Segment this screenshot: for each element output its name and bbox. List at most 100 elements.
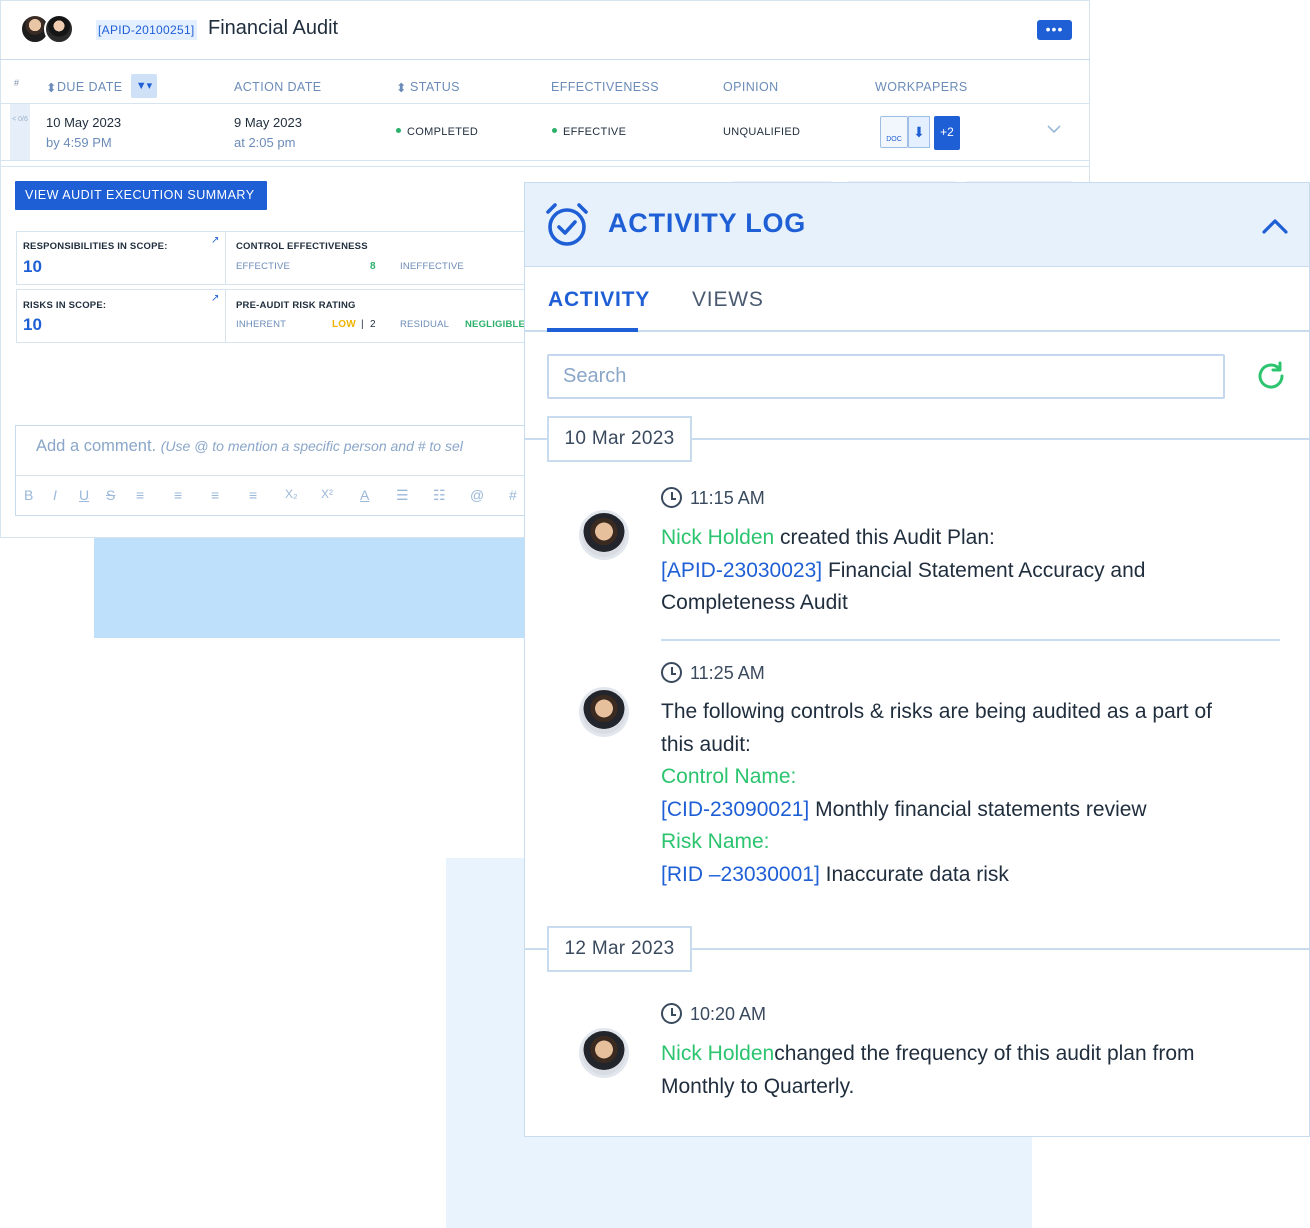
italic-icon[interactable]: I xyxy=(53,487,57,503)
entry-time-label: 11:15 AM xyxy=(690,488,765,508)
action-date-value: 9 May 2023 xyxy=(234,115,302,130)
entry-time-label: 10:20 AM xyxy=(690,1004,767,1024)
column-header-action-date[interactable]: ACTION DATE xyxy=(234,80,322,94)
entry-time-label: 11:25 AM xyxy=(690,663,765,683)
inherent-level: LOW xyxy=(332,319,356,330)
page-title: Financial Audit xyxy=(208,17,339,39)
inherent-label: INHERENT xyxy=(236,319,287,330)
entry-time: 11:25 AM xyxy=(661,662,765,684)
user-link[interactable]: Nick Holden xyxy=(661,526,774,549)
responsibilities-card[interactable] xyxy=(16,231,226,285)
entry-description: The following controls & risks are being… xyxy=(661,700,1212,756)
chevron-down-icon[interactable] xyxy=(1046,124,1062,134)
opinion-value: UNQUALIFIED xyxy=(723,126,801,138)
activity-log-panel xyxy=(524,182,1310,1137)
due-date-value: 10 May 2023 xyxy=(46,115,122,130)
avatar[interactable] xyxy=(579,510,629,560)
row-expand-handle[interactable]: < 0/6 xyxy=(10,104,30,160)
effectiveness-label: EFFECTIVE xyxy=(563,126,627,138)
risks-value: 10 xyxy=(23,315,42,334)
action-time-value: at 2:05 pm xyxy=(234,135,296,150)
status-label: COMPLETED xyxy=(407,126,479,138)
numbered-list-icon[interactable]: ☷ xyxy=(433,487,446,504)
subscript-icon[interactable]: X₂ xyxy=(285,487,298,501)
align-right-icon[interactable]: ≡ xyxy=(211,487,219,503)
mention-icon[interactable]: @ xyxy=(470,487,484,503)
strikethrough-icon[interactable]: S xyxy=(106,487,115,503)
ineffective-label: INEFFECTIVE xyxy=(400,261,464,272)
column-header-effectiveness[interactable]: EFFECTIVENESS xyxy=(551,80,659,94)
column-header-opinion[interactable]: OPINION xyxy=(723,80,779,94)
divider xyxy=(661,639,1280,641)
status-dot-icon xyxy=(552,128,557,133)
sort-icon[interactable]: ⬍ xyxy=(46,80,57,95)
clock-icon xyxy=(661,662,682,683)
entry-time: 10:20 AM xyxy=(661,1003,766,1025)
tab-activity[interactable]: ACTIVITY xyxy=(548,288,650,312)
effectiveness-badge: EFFECTIVE xyxy=(552,126,626,138)
date-group-label: 10 Mar 2023 xyxy=(547,416,692,462)
avatar[interactable] xyxy=(579,1028,629,1078)
view-summary-button[interactable]: VIEW AUDIT EXECUTION SUMMARY xyxy=(15,181,267,210)
audit-plan-link[interactable]: [APID-23030023] xyxy=(661,559,822,582)
open-external-icon[interactable]: ↗ xyxy=(211,235,219,246)
bold-icon[interactable]: B xyxy=(24,487,33,503)
divider xyxy=(0,166,1090,167)
assignee-avatar[interactable] xyxy=(44,14,74,44)
more-options-button[interactable]: ••• xyxy=(1037,20,1072,40)
divider xyxy=(16,475,534,476)
refresh-icon[interactable] xyxy=(1254,359,1288,393)
align-center-icon[interactable]: ≡ xyxy=(174,487,182,503)
filter-icon[interactable]: ▼▾ xyxy=(131,74,157,98)
audit-id-tag[interactable]: [APID-20100251] xyxy=(96,20,197,40)
column-header-workpapers[interactable]: WORKPAPERS xyxy=(875,80,968,94)
comment-placeholder: Add a comment. xyxy=(36,437,157,455)
risk-name: Inaccurate data risk xyxy=(819,862,1009,886)
due-time-value: by 4:59 PM xyxy=(46,135,112,150)
active-tab-indicator xyxy=(547,328,638,332)
residual-level: NEGLIGIBLE xyxy=(465,319,526,330)
clock-icon xyxy=(661,1003,682,1024)
control-name: Monthly financial statements review xyxy=(809,797,1147,821)
control-effectiveness-label: CONTROL EFFECTIVENESS xyxy=(236,241,368,252)
inherent-separator: | xyxy=(361,319,364,330)
activity-log-title: ACTIVITY LOG xyxy=(608,208,807,238)
entry-action-text: created this Audit Plan: xyxy=(774,526,995,549)
font-color-icon[interactable]: A xyxy=(360,487,369,503)
tab-views[interactable]: VIEWS xyxy=(692,288,764,312)
underline-icon[interactable]: U xyxy=(79,487,89,503)
risks-card[interactable] xyxy=(16,289,226,343)
risk-link[interactable]: [RID –23030001] xyxy=(661,863,820,886)
divider xyxy=(525,330,1309,332)
inherent-value: 2 xyxy=(370,319,376,330)
entry-time: 11:15 AM xyxy=(661,487,765,509)
column-header-due-date[interactable]: DUE DATE xyxy=(57,80,122,94)
risk-rating-card xyxy=(226,289,526,343)
more-workpapers-badge[interactable]: +2 xyxy=(934,116,960,150)
status-badge: COMPLETED xyxy=(396,126,478,138)
row-number-header: # xyxy=(14,78,20,88)
doc-file-label: DOC xyxy=(886,136,902,143)
control-heading: Control Name: xyxy=(661,765,797,788)
column-header-status[interactable]: STATUS xyxy=(410,80,460,94)
alarm-clock-icon xyxy=(546,203,588,246)
bullet-list-icon[interactable]: ☰ xyxy=(396,487,409,504)
sort-icon[interactable]: ⬍ xyxy=(396,80,407,95)
effective-count: 8 xyxy=(370,261,376,272)
chevron-up-icon[interactable] xyxy=(1260,212,1290,240)
align-justify-icon[interactable]: ≡ xyxy=(249,487,257,503)
align-left-icon[interactable]: ≡ xyxy=(136,487,144,503)
open-external-icon[interactable]: ↗ xyxy=(211,293,219,304)
risk-rating-label: PRE-AUDIT RISK RATING xyxy=(236,300,356,311)
comment-input[interactable]: Add a comment. (Use @ to mention a speci… xyxy=(36,437,463,456)
responsibilities-label: RESPONSIBILITIES IN SCOPE: xyxy=(23,241,168,252)
doc-file-icon[interactable]: DOC xyxy=(880,116,908,148)
control-link[interactable]: [CID-23090021] xyxy=(661,798,809,821)
user-link[interactable]: Nick Holden xyxy=(661,1042,774,1065)
download-icon[interactable]: ⬇ xyxy=(908,116,930,148)
superscript-icon[interactable]: X² xyxy=(321,487,333,501)
search-input[interactable] xyxy=(547,354,1225,399)
risk-heading: Risk Name: xyxy=(661,830,770,853)
avatar[interactable] xyxy=(579,687,629,737)
tag-icon[interactable]: # xyxy=(509,487,517,503)
